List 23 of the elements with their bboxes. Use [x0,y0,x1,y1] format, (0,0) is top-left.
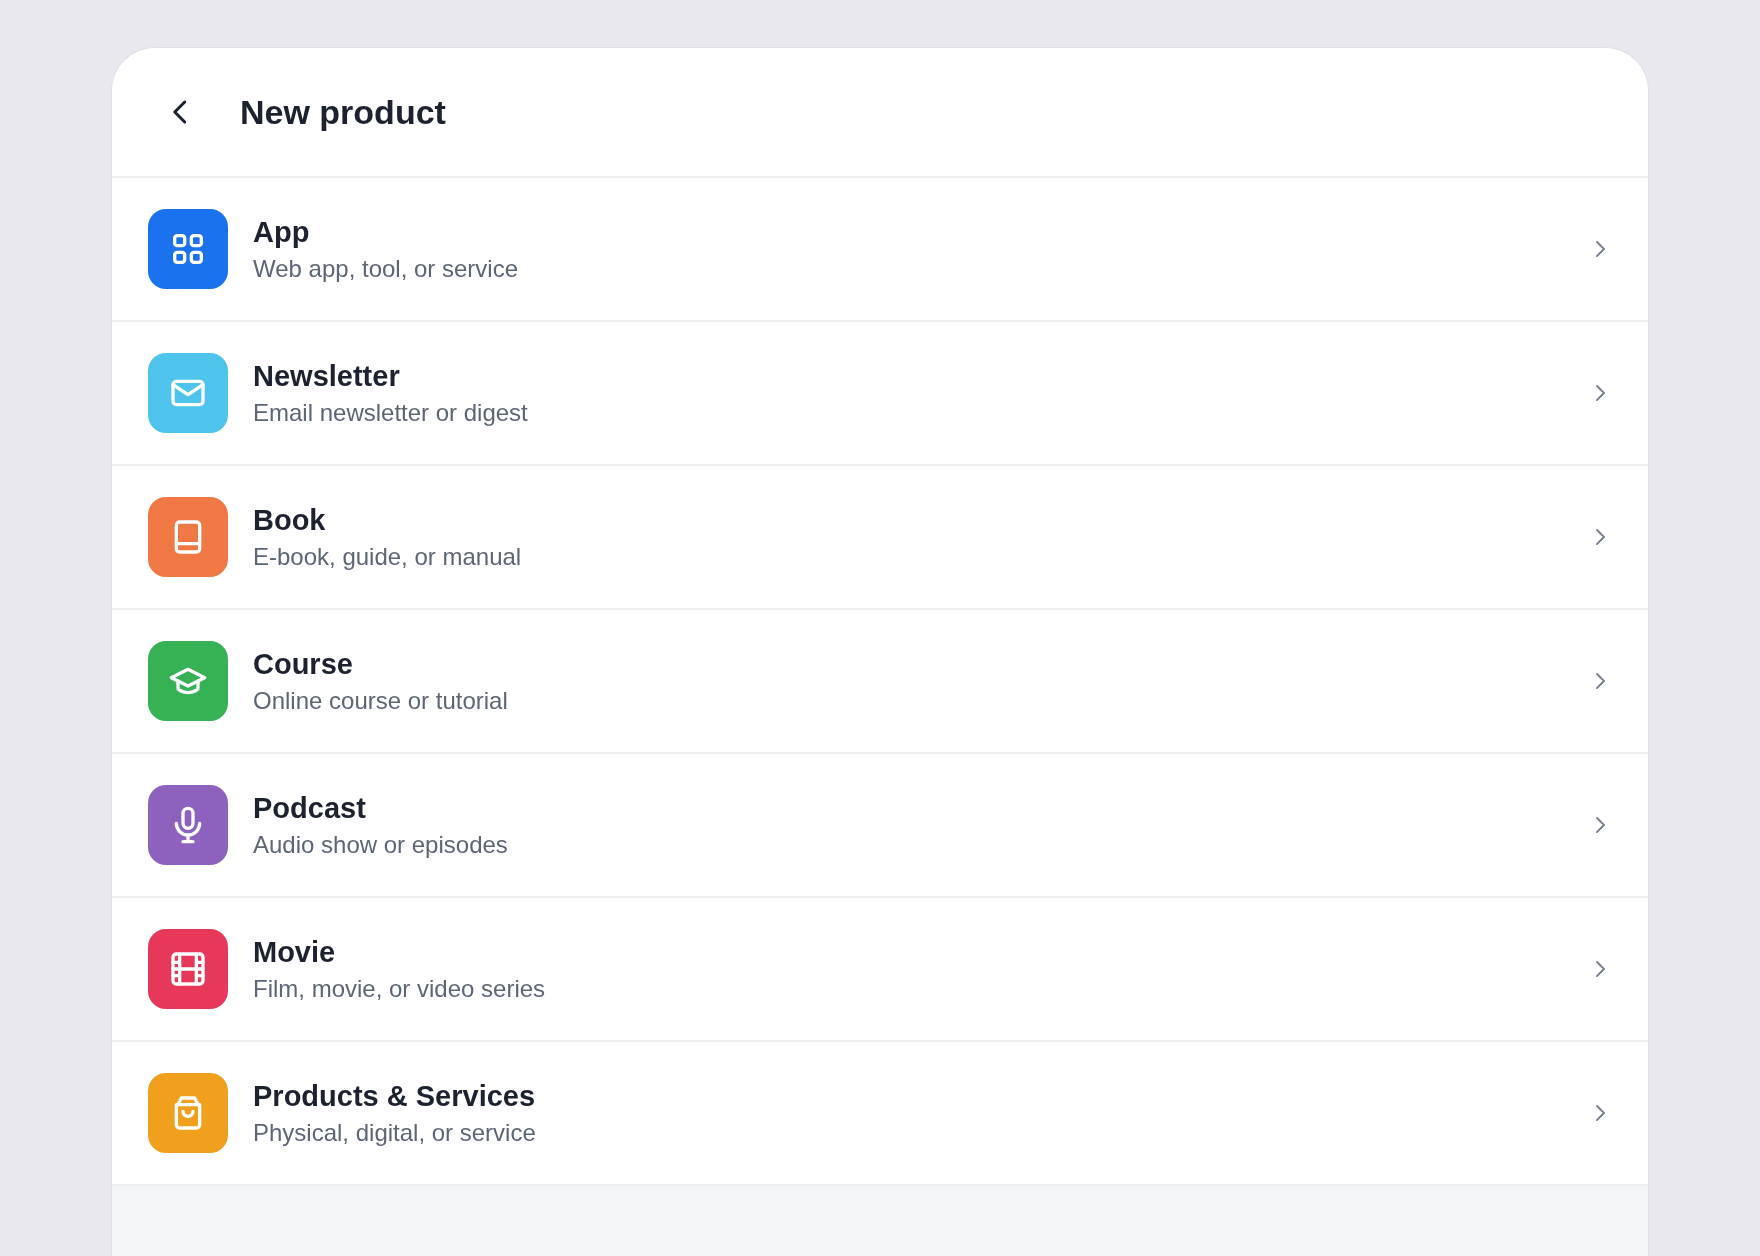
product-type-row[interactable]: Products & Services Physical, digital, or service [112,1042,1648,1186]
product-type-row[interactable]: App Web app, tool, or service [112,178,1648,322]
product-type-title: Movie [253,935,337,969]
product-type-title: Podcast [253,791,367,825]
product-type-description: Email newsletter or digest [253,398,529,427]
product-type-title: App [253,215,311,249]
product-type-row[interactable]: Course Online course or tutorial [112,610,1648,754]
product-type-description: Physical, digital, or service [253,1118,537,1147]
product-type-description: Film, movie, or video series [253,974,547,1003]
product-type-row[interactable]: Newsletter Email newsletter or digest [112,322,1648,466]
product-type-title: Book [253,503,327,537]
product-type-title: Newsletter [253,359,401,393]
product-type-row[interactable]: Book E-book, guide, or manual [112,466,1648,610]
product-type-description: Audio show or episodes [253,830,509,859]
product-type-description: Online course or tutorial [253,686,509,715]
product-type-title: Course [253,647,354,681]
product-type-title: Products & Services [253,1079,537,1113]
product-type-description: Web app, tool, or service [253,254,520,283]
page-title: New product [240,92,446,132]
product-type-row[interactable]: Podcast Audio show or episodes [112,754,1648,898]
film-icon [168,949,208,989]
product-type-description: E-book, guide, or manual [253,542,523,571]
product-type-row[interactable]: Movie Film, movie, or video series [112,898,1648,1042]
